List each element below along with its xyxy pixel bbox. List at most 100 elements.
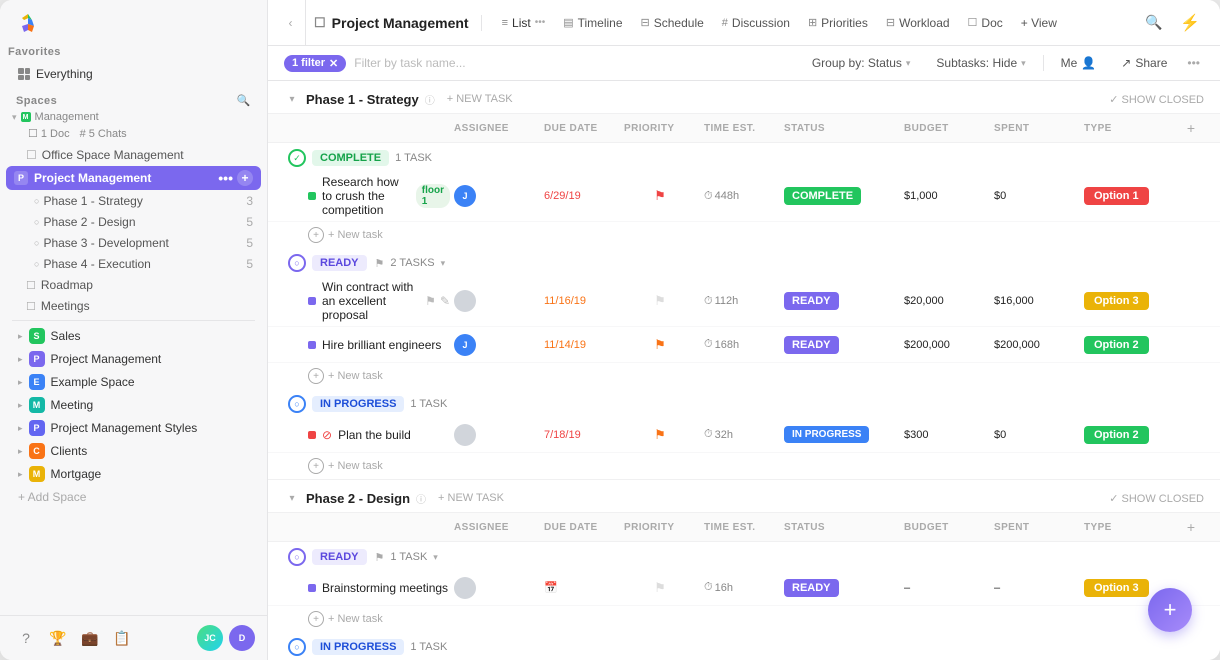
app-logo[interactable] (12, 10, 44, 42)
tab-more-icon[interactable]: ••• (535, 17, 546, 28)
status-group-complete-header[interactable]: ✓ COMPLETE 1 TASK (268, 143, 1220, 171)
pm-actions[interactable]: ••• + (218, 170, 253, 186)
share-label: Share (1135, 56, 1167, 70)
search-button[interactable]: 🔍 (1140, 9, 1168, 37)
pm-more-icon[interactable]: ••• (218, 170, 233, 186)
tab-priorities[interactable]: ⊞ Priorities (800, 12, 876, 34)
table-row[interactable]: ⊘ Plan the build 7/18/19 ⚑ (268, 417, 1220, 453)
sidebar-item-management[interactable]: ▾ M Management (0, 109, 267, 125)
phase-1-expand-icon[interactable]: ▾ (284, 91, 300, 107)
tab-doc[interactable]: ☐ Doc (960, 12, 1011, 34)
sidebar-item-project-management-active[interactable]: P Project Management ••• + (6, 166, 261, 190)
sidebar-item-mortgage[interactable]: ▸ M Mortgage (6, 463, 261, 485)
add-task-button-ready[interactable]: + + New task (268, 363, 1220, 389)
user-avatar-jc[interactable]: JC (197, 625, 223, 651)
collapse-sidebar-button[interactable]: ‹ (284, 0, 306, 46)
lightning-button[interactable]: ⚡ (1176, 9, 1204, 37)
add-column-button-p2[interactable]: + (1180, 516, 1202, 538)
status-group-ready-p2-header[interactable]: ○ READY ⚑ 1 TASK ▾ (268, 542, 1220, 570)
notes-icon[interactable]: 📋 (108, 624, 136, 652)
priority-flag-icon: ⚑ (654, 188, 666, 204)
sidebar-item-meeting[interactable]: ▸ M Meeting (6, 394, 261, 416)
phase-2-expand-icon[interactable]: ▾ (284, 490, 300, 506)
status-circle-complete[interactable]: ✓ (288, 149, 306, 167)
ready-expand-icon[interactable]: ▾ (441, 258, 446, 269)
tab-discussion[interactable]: # Discussion (714, 12, 798, 34)
table-row[interactable]: Win contract with an excellent proposal … (268, 276, 1220, 327)
tab-add-view[interactable]: + View (1013, 12, 1065, 34)
date-value: 11/14/19 (544, 339, 586, 351)
status-circle-in-progress-p2[interactable]: ○ (288, 638, 306, 656)
status-circle-ready-p2[interactable]: ○ (288, 548, 306, 566)
pm-add-icon[interactable]: + (237, 170, 253, 186)
priorities-icon: ⊞ (808, 16, 817, 29)
info-icon[interactable]: ⓘ (425, 92, 435, 107)
phase-2-new-task-button[interactable]: + NEW TASK (432, 490, 510, 506)
filter-badge[interactable]: 1 filter ✕ (284, 55, 346, 72)
date-value: 📅 (544, 581, 558, 594)
sidebar-item-phase4-execution[interactable]: ○ Phase 4 - Execution 5 (6, 254, 261, 274)
me-button[interactable]: Me 👤 (1052, 52, 1106, 74)
ready-p2-check-icon: ⚑ (375, 551, 385, 564)
status-group-ready-p2: ○ READY ⚑ 1 TASK ▾ Brainstorming meeting… (268, 542, 1220, 632)
add-space-button[interactable]: + Add Space (6, 486, 261, 508)
status-group-in-progress-p2-header[interactable]: ○ IN PROGRESS 1 TASK (268, 632, 1220, 660)
sidebar-item-project-mgmt[interactable]: ▸ P Project Management (6, 348, 261, 370)
add-task-button-complete[interactable]: + + New task (268, 222, 1220, 248)
more-options-button[interactable]: ••• (1183, 54, 1204, 72)
sidebar-folder-roadmap[interactable]: ☐ Roadmap (6, 275, 261, 295)
sidebar-item-phase1-strategy[interactable]: ○ Phase 1 - Strategy 3 (6, 191, 261, 211)
task-name: Research how to crush the competition (322, 175, 410, 217)
fab-button[interactable]: + (1148, 588, 1192, 632)
phase-1-show-closed-button[interactable]: ✓ SHOW CLOSED (1109, 93, 1204, 106)
add-task-button-in-progress[interactable]: + + New task (268, 453, 1220, 479)
add-column-button[interactable]: + (1180, 117, 1202, 139)
help-icon[interactable]: ? (12, 624, 40, 652)
info-icon[interactable]: ⓘ (416, 491, 426, 506)
share-button[interactable]: ↗ Share (1113, 53, 1175, 73)
status-group-in-progress-header[interactable]: ○ IN PROGRESS 1 TASK (268, 389, 1220, 417)
trophy-icon[interactable]: 🏆 (44, 624, 72, 652)
ready-p2-expand-icon[interactable]: ▾ (433, 552, 438, 563)
sidebar-item-clients[interactable]: ▸ C Clients (6, 440, 261, 462)
user-avatar-d[interactable]: D (229, 625, 255, 651)
subtasks-button[interactable]: Subtasks: Hide ▾ (927, 52, 1034, 74)
search-input[interactable] (354, 56, 795, 70)
tab-schedule[interactable]: ⊟ Schedule (633, 12, 712, 34)
status-group-ready-header[interactable]: ○ READY ⚑ 2 TASKS ▾ (268, 248, 1220, 276)
sidebar-item-everything[interactable]: Everything (6, 63, 261, 85)
budget-value: – (904, 582, 910, 594)
sidebar-item-phase2-design[interactable]: ○ Phase 2 - Design 5 (6, 212, 261, 232)
phase-2-show-closed-button[interactable]: ✓ SHOW CLOSED (1109, 492, 1204, 505)
briefcase-icon[interactable]: 💼 (76, 624, 104, 652)
spaces-search-icon[interactable]: 🔍 (237, 94, 251, 107)
group-by-button[interactable]: Group by: Status ▾ (803, 52, 920, 74)
table-row[interactable]: Research how to crush the competition fl… (268, 171, 1220, 222)
task-time-est: ⏱ 168h (700, 338, 780, 351)
link-icon[interactable]: ⚑ (425, 294, 436, 308)
filter-clear-button[interactable]: ✕ (329, 57, 338, 70)
col-budget: BUDGET (900, 117, 990, 139)
avatar (454, 290, 476, 312)
tab-timeline[interactable]: ▤ Timeline (555, 12, 630, 34)
time-value: ⏱ 168h (704, 338, 739, 351)
table-row[interactable]: Hire brilliant engineers J 11/14/19 ⚑ ⏱ (268, 327, 1220, 363)
add-task-button-ready-p2[interactable]: + + New task (268, 606, 1220, 632)
filter-count: 1 filter (292, 57, 325, 69)
status-circle-ready[interactable]: ○ (288, 254, 306, 272)
sidebar-item-phase3-development[interactable]: ○ Phase 3 - Development 5 (6, 233, 261, 253)
task-name-cell: Hire brilliant engineers (308, 334, 450, 356)
status-circle-in-progress[interactable]: ○ (288, 395, 306, 413)
tab-list[interactable]: ≡ List ••• (494, 12, 554, 34)
table-row[interactable]: Brainstorming meetings 📅 ⚑ ⏱ 16h (268, 570, 1220, 606)
task-budget: $1,000 (900, 190, 990, 202)
tab-workload[interactable]: ⊟ Workload (878, 12, 958, 34)
sidebar-item-office-space[interactable]: ☐ Office Space Management (6, 145, 261, 165)
sidebar-item-sales[interactable]: ▸ S Sales (6, 325, 261, 347)
sidebar-item-example-space[interactable]: ▸ E Example Space (6, 371, 261, 393)
sidebar-folder-meetings[interactable]: ☐ Meetings (6, 296, 261, 316)
edit-icon[interactable]: ✎ (440, 294, 450, 308)
phase-1-new-task-button[interactable]: + NEW TASK (441, 91, 519, 107)
task-budget: $300 (900, 429, 990, 441)
sidebar-item-pm-styles[interactable]: ▸ P Project Management Styles (6, 417, 261, 439)
